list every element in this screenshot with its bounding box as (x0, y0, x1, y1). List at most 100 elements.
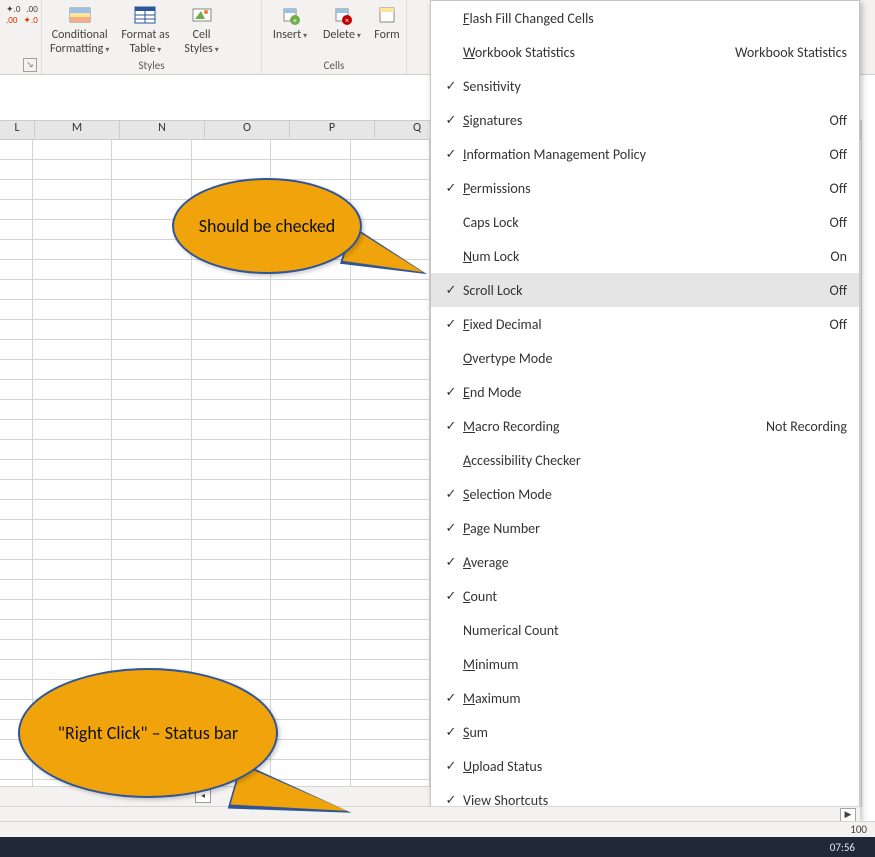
cell[interactable] (351, 340, 430, 359)
cell[interactable] (351, 520, 430, 539)
cell[interactable] (192, 360, 271, 379)
cell[interactable] (351, 460, 430, 479)
statusbar-menu-item[interactable]: Caps LockOff (431, 205, 859, 239)
cell[interactable] (351, 640, 430, 659)
statusbar-menu-item[interactable]: Overtype Mode (431, 341, 859, 375)
statusbar-menu-item[interactable]: ✓Page Number (431, 511, 859, 545)
cell[interactable] (351, 580, 430, 599)
cell[interactable] (271, 320, 350, 339)
cell[interactable] (33, 340, 112, 359)
cell[interactable] (0, 180, 33, 199)
cell[interactable] (351, 740, 430, 759)
statusbar-menu-item[interactable]: Numerical Count (431, 613, 859, 647)
cell[interactable] (0, 460, 33, 479)
cell[interactable] (351, 660, 430, 679)
grid-row[interactable] (0, 500, 430, 520)
cell[interactable] (33, 580, 112, 599)
cell[interactable] (192, 500, 271, 519)
cell[interactable] (33, 360, 112, 379)
cell[interactable] (351, 560, 430, 579)
grid-row[interactable] (0, 280, 430, 300)
cell[interactable] (112, 520, 191, 539)
cell[interactable] (33, 500, 112, 519)
cell[interactable] (0, 760, 33, 779)
cell[interactable] (112, 360, 191, 379)
col-header[interactable]: M (35, 121, 120, 139)
grid-row[interactable] (0, 620, 430, 640)
cell[interactable] (112, 500, 191, 519)
statusbar-menu-item[interactable]: ✓SignaturesOff (431, 103, 859, 137)
cell[interactable] (192, 560, 271, 579)
cell[interactable] (112, 620, 191, 639)
cell[interactable] (112, 260, 191, 279)
cell[interactable] (351, 500, 430, 519)
cell[interactable] (33, 440, 112, 459)
status-bar[interactable]: 100 (0, 821, 875, 837)
cell[interactable] (0, 640, 33, 659)
cell[interactable] (112, 460, 191, 479)
cell[interactable] (0, 520, 33, 539)
grid-row[interactable] (0, 580, 430, 600)
cell[interactable] (351, 160, 430, 179)
cell[interactable] (112, 440, 191, 459)
cell[interactable] (271, 340, 350, 359)
statusbar-menu-item[interactable]: ✓Information Management PolicyOff (431, 137, 859, 171)
cell[interactable] (112, 640, 191, 659)
cell[interactable] (112, 180, 191, 199)
statusbar-menu-item[interactable]: ✓Selection Mode (431, 477, 859, 511)
cell[interactable] (351, 400, 430, 419)
cell[interactable] (0, 320, 33, 339)
statusbar-menu-item[interactable]: ✓Sensitivity (431, 69, 859, 103)
statusbar-menu-item[interactable]: ✓Count (431, 579, 859, 613)
statusbar-menu-item[interactable]: Workbook StatisticsWorkbook Statistics (431, 35, 859, 69)
cell[interactable] (271, 540, 350, 559)
col-header[interactable]: N (120, 121, 205, 139)
statusbar-menu-item[interactable]: Flash Fill Changed Cells (431, 1, 859, 35)
grid-row[interactable] (0, 460, 430, 480)
grid-row[interactable] (0, 360, 430, 380)
cell[interactable] (33, 220, 112, 239)
cell[interactable] (33, 160, 112, 179)
cell[interactable] (33, 640, 112, 659)
cell[interactable] (271, 420, 350, 439)
cell[interactable] (351, 440, 430, 459)
cell[interactable] (271, 700, 350, 719)
cell[interactable] (271, 440, 350, 459)
cell-styles-button[interactable]: Cell Styles (178, 2, 226, 59)
cell[interactable] (0, 480, 33, 499)
cell[interactable] (351, 200, 430, 219)
grid-row[interactable] (0, 160, 430, 180)
cell[interactable] (271, 740, 350, 759)
grid-row[interactable] (0, 440, 430, 460)
cell[interactable] (192, 640, 271, 659)
cell[interactable] (112, 540, 191, 559)
cell[interactable] (271, 380, 350, 399)
cell[interactable] (0, 440, 33, 459)
cell[interactable] (33, 200, 112, 219)
cell[interactable] (271, 500, 350, 519)
cell[interactable] (33, 260, 112, 279)
cell[interactable] (0, 420, 33, 439)
cell[interactable] (271, 720, 350, 739)
cell[interactable] (351, 620, 430, 639)
delete-button[interactable]: × Delete (318, 2, 366, 44)
cell[interactable] (351, 380, 430, 399)
cell[interactable] (112, 340, 191, 359)
grid-row[interactable] (0, 540, 430, 560)
statusbar-menu-item[interactable]: ✓Upload Status (431, 749, 859, 783)
scroll-right-icon[interactable]: ▶ (840, 808, 856, 822)
cell[interactable] (33, 560, 112, 579)
cell[interactable] (112, 480, 191, 499)
statusbar-menu-item[interactable]: ✓Macro RecordingNot Recording (431, 409, 859, 443)
cell[interactable] (351, 480, 430, 499)
horizontal-scrollbar[interactable]: ▶ (0, 806, 860, 822)
format-button[interactable]: Form (370, 2, 404, 44)
cell[interactable] (271, 360, 350, 379)
cell[interactable] (192, 480, 271, 499)
cell[interactable] (0, 400, 33, 419)
cell[interactable] (271, 300, 350, 319)
cell[interactable] (351, 680, 430, 699)
grid-row[interactable] (0, 480, 430, 500)
cell[interactable] (192, 160, 271, 179)
grid-row[interactable] (0, 600, 430, 620)
